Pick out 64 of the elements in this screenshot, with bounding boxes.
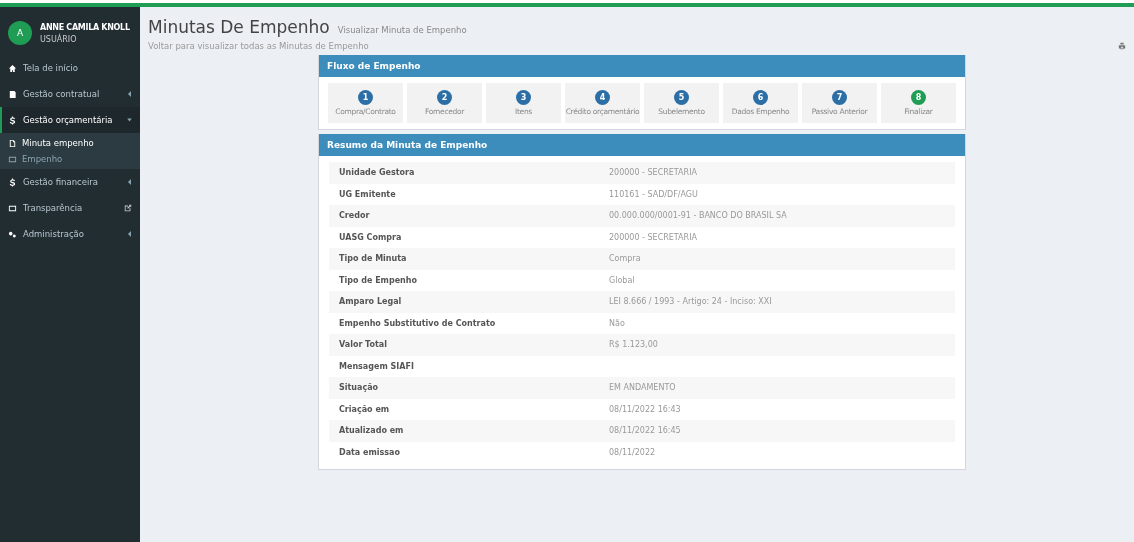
page-title: Minutas De Empenho [148,17,330,37]
caret-down-icon [127,117,132,123]
caret-left-icon [127,91,132,97]
field-label: UG Emitente [339,189,397,199]
gears-icon [8,229,17,239]
sidebar-item[interactable]: Gestão orçamentária [0,107,140,133]
caret-left-icon [127,179,132,185]
submenu-item[interactable]: Empenho [0,151,140,167]
user-name: ANNE CAMILA KNOLL [40,22,130,32]
field-label: Credor [339,211,371,221]
panel-title: Resumo da Minuta de Empenho [319,134,965,156]
sidebar-item[interactable]: Tela de início [0,55,140,81]
field-label: Criação em [339,404,391,414]
field-label: Mensagem SIAFI [339,361,415,371]
field-value: EM ANDAMENTO [609,383,676,393]
submenu-item[interactable]: Minuta empenho [0,135,140,151]
field-value: Compra [609,254,641,264]
step-number: 8 [911,90,926,105]
field-value: Global [609,275,635,285]
field-value: 08/11/2022 16:45 [609,426,681,436]
user-role: USUÁRIO [40,34,78,44]
step-number: 1 [358,90,373,105]
field-value: R$ 1.123,00 [609,340,658,350]
panel-title: Fluxo de Empenho [319,55,965,77]
file-icon [8,138,17,148]
step-number: 7 [832,90,847,105]
step-number: 5 [674,90,689,105]
sidebar-item[interactable]: Gestão financeira [0,169,140,195]
field-value: 200000 - SECRETARIA [609,168,697,178]
print-icon[interactable] [1118,42,1126,50]
dollar-icon [8,177,17,187]
home-icon [8,63,17,73]
page-subtitle: Visualizar Minuta de Empenho [337,25,467,35]
field-value: 110161 - SAD/DF/AGU [609,189,698,199]
field-label: Unidade Gestora [339,168,416,178]
field-label: Data emissao [339,447,401,457]
sidebar-item[interactable]: Administração [0,221,140,247]
user-avatar: A [8,21,32,45]
external-link-icon [124,204,132,212]
step-number: 4 [595,90,610,105]
step-number: 3 [516,90,531,105]
card-icon [8,154,17,164]
field-value: 00.000.000/0001-91 - BANCO DO BRASIL SA [609,211,787,221]
field-label: Atualizado em [339,426,405,436]
caret-left-icon [127,231,132,237]
field-label: Tipo de Minuta [339,254,408,264]
field-label: Valor Total [339,340,388,350]
field-value: 08/11/2022 [609,447,656,457]
field-value: 08/11/2022 16:43 [609,404,681,414]
doc-icon [8,89,17,99]
step-number: 2 [437,90,452,105]
field-label: Tipo de Empenho [339,275,418,285]
field-label: Situação [339,383,380,393]
field-value: Não [609,318,625,328]
field-value: 200000 - SECRETARIA [609,232,697,242]
dollar-icon [8,115,17,125]
field-value: LEI 8.666 / 1993 - Artigo: 24 - Inciso: XXI [609,297,772,307]
field-label: Amparo Legal [339,297,403,307]
card-icon [8,203,17,213]
field-label: Empenho Substitutivo de Contrato [339,318,497,328]
sidebar-item[interactable]: Gestão contratual [0,81,140,107]
step-number: 6 [753,90,768,105]
field-label: UASG Compra [339,232,403,242]
sidebar-item[interactable]: Transparência [0,195,140,221]
